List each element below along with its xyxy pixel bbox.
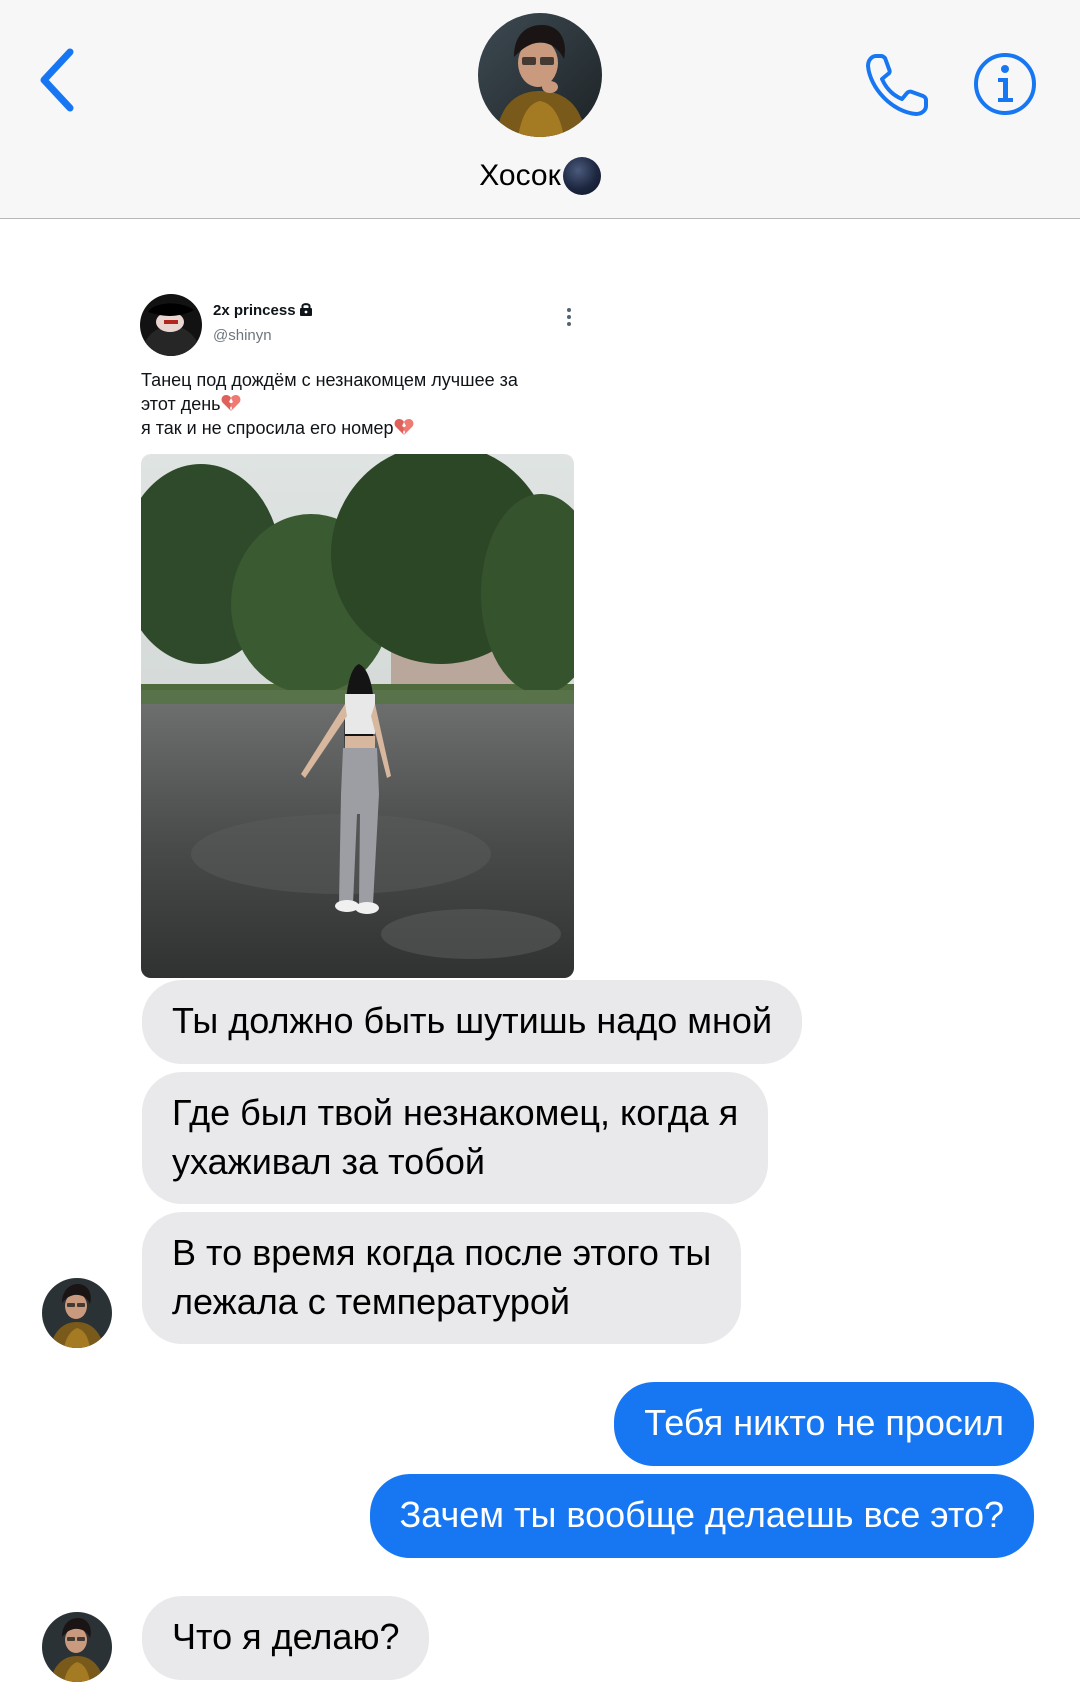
more-options-icon[interactable] (563, 306, 575, 328)
dark-moon-emoji-icon (562, 157, 601, 196)
contact-avatar[interactable] (42, 1278, 112, 1348)
back-button[interactable] (30, 44, 90, 116)
avatar-photo (140, 294, 202, 356)
call-button[interactable] (862, 50, 932, 120)
rain-dance-photo (141, 454, 574, 978)
post-author-name-text: 2x princess (213, 302, 296, 319)
message-text: Зачем ты вообще делаешь все это? (399, 1494, 1004, 1535)
info-icon (974, 53, 1036, 115)
post-author-handle: @shinyn (213, 327, 272, 344)
message-text: ухаживал за тобой (172, 1141, 485, 1182)
post-text-line: я так и не спросила его номер (141, 416, 581, 440)
post-author-name: 2x princess (213, 302, 313, 319)
contact-avatar[interactable] (42, 1612, 112, 1682)
chat-header: Хосок (0, 0, 1080, 219)
avatar-photo (478, 13, 602, 137)
incoming-message-bubble[interactable]: В то время когда после этого ты лежала с… (142, 1212, 742, 1344)
incoming-message-bubble[interactable]: Что я делаю? (142, 1596, 430, 1680)
chevron-left-icon (40, 48, 74, 112)
info-button[interactable] (973, 52, 1037, 116)
contact-title[interactable]: Хосок (0, 150, 1080, 200)
contact-name: Хосок (479, 159, 561, 193)
post-text-line-text: этот день (141, 394, 221, 414)
message-text: Где был твой незнакомец, когда я (172, 1092, 739, 1133)
lock-icon (299, 303, 312, 316)
message-text: Ты должно быть шутишь надо мной (172, 1000, 773, 1041)
message-text: В то время когда после этого ты (172, 1232, 712, 1273)
message-text: лежала с температурой (172, 1281, 571, 1322)
incoming-message-bubble[interactable]: Ты должно быть шутишь надо мной (142, 980, 803, 1064)
shared-post-card[interactable]: 2x princess @shinyn Танец под дождём с н… (138, 292, 583, 978)
message-text: Тебя никто не просил (644, 1402, 1004, 1443)
post-text-line: этот день (141, 392, 581, 416)
broken-heart-icon (221, 395, 240, 411)
post-text: Танец под дождём с незнакомцем лучшее за… (141, 368, 581, 440)
outgoing-message-bubble[interactable]: Зачем ты вообще делаешь все это? (369, 1474, 1034, 1558)
contact-avatar[interactable] (478, 13, 602, 137)
phone-icon (866, 54, 928, 116)
avatar-photo (42, 1278, 112, 1348)
post-text-line-text: я так и не спросила его номер (141, 418, 394, 438)
post-author-avatar (140, 294, 202, 356)
broken-heart-icon (394, 419, 414, 435)
incoming-message-bubble[interactable]: Где был твой незнакомец, когда я ухажива… (142, 1072, 769, 1204)
message-text: Что я делаю? (172, 1616, 400, 1657)
outgoing-message-bubble[interactable]: Тебя никто не просил (614, 1382, 1034, 1466)
post-photo[interactable] (141, 454, 574, 978)
avatar-photo (42, 1612, 112, 1682)
post-text-line: Танец под дождём с незнакомцем лучшее за (141, 370, 518, 390)
